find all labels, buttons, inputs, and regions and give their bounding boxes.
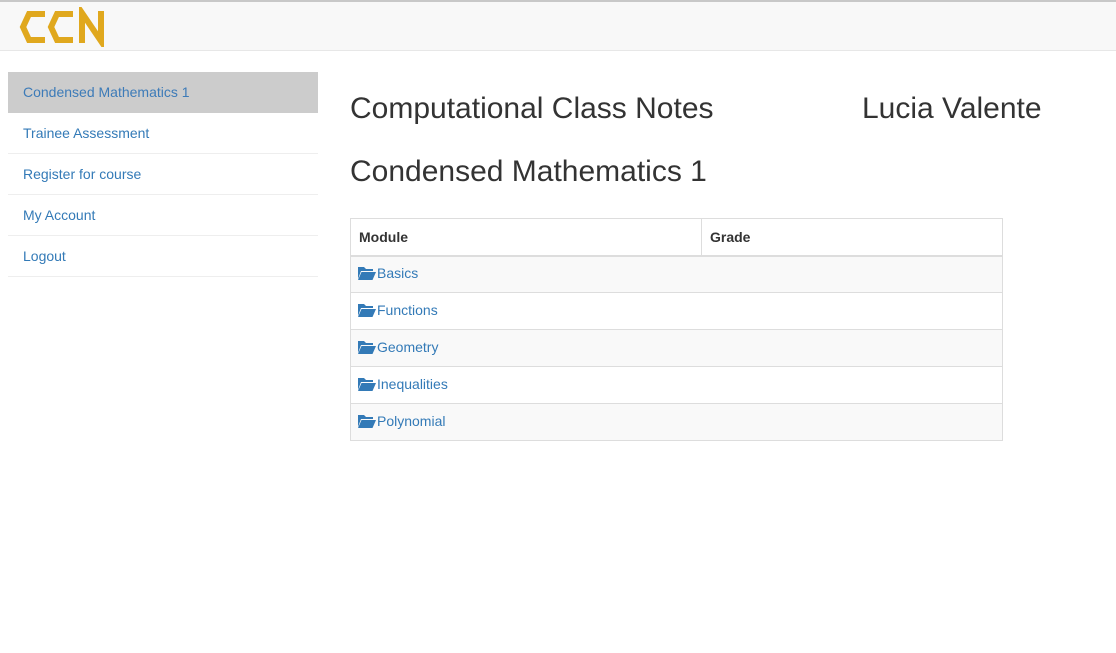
table-row: Geometry <box>350 329 1003 367</box>
module-name: Inequalities <box>377 376 448 392</box>
module-link-functions[interactable]: Functions <box>358 302 438 318</box>
folder-open-icon <box>358 304 376 317</box>
module-name: Geometry <box>377 339 439 355</box>
module-cell: Inequalities <box>350 366 1003 404</box>
sidebar-item-trainee-assessment[interactable]: Trainee Assessment <box>8 113 318 154</box>
module-cell: Functions <box>350 292 1003 330</box>
folder-open-icon <box>358 267 376 281</box>
modules-table: Module Grade Basics Functions Geometry I… <box>350 218 1003 441</box>
table-header-row: Module Grade <box>350 218 1003 257</box>
table-row: Inequalities <box>350 366 1003 404</box>
module-name: Functions <box>377 302 438 318</box>
table-row: Polynomial <box>350 403 1003 441</box>
user-name: Lucia Valente <box>862 92 1042 125</box>
ccn-logo[interactable] <box>19 7 111 47</box>
module-link-polynomial[interactable]: Polynomial <box>358 413 445 429</box>
sidebar-item-register-for-course[interactable]: Register for course <box>8 154 318 195</box>
module-name: Basics <box>377 265 419 282</box>
module-link-geometry[interactable]: Geometry <box>358 339 438 355</box>
top-navbar <box>0 0 1116 51</box>
table-row: Functions <box>350 292 1003 330</box>
sidebar-nav: Condensed Mathematics 1 Trainee Assessme… <box>8 72 318 277</box>
module-link-basics[interactable]: Basics <box>358 265 418 281</box>
module-cell: Geometry <box>350 329 1003 367</box>
module-name: Polynomial <box>377 413 446 429</box>
table-row: Basics <box>350 255 1003 293</box>
sidebar-item-condensed-mathematics-1[interactable]: Condensed Mathematics 1 <box>8 72 318 113</box>
module-cell: Basics <box>350 255 1003 293</box>
page-title: Computational Class Notes <box>350 92 714 125</box>
course-title: Condensed Mathematics 1 <box>350 155 707 188</box>
module-link-inequalities[interactable]: Inequalities <box>358 376 448 392</box>
column-header-module: Module <box>350 218 702 257</box>
sidebar-item-logout[interactable]: Logout <box>8 236 318 277</box>
folder-open-icon <box>358 415 376 428</box>
module-cell: Polynomial <box>350 403 1003 441</box>
sidebar-item-my-account[interactable]: My Account <box>8 195 318 236</box>
column-header-grade: Grade <box>701 218 1003 257</box>
folder-open-icon <box>358 378 376 391</box>
folder-open-icon <box>358 341 376 354</box>
